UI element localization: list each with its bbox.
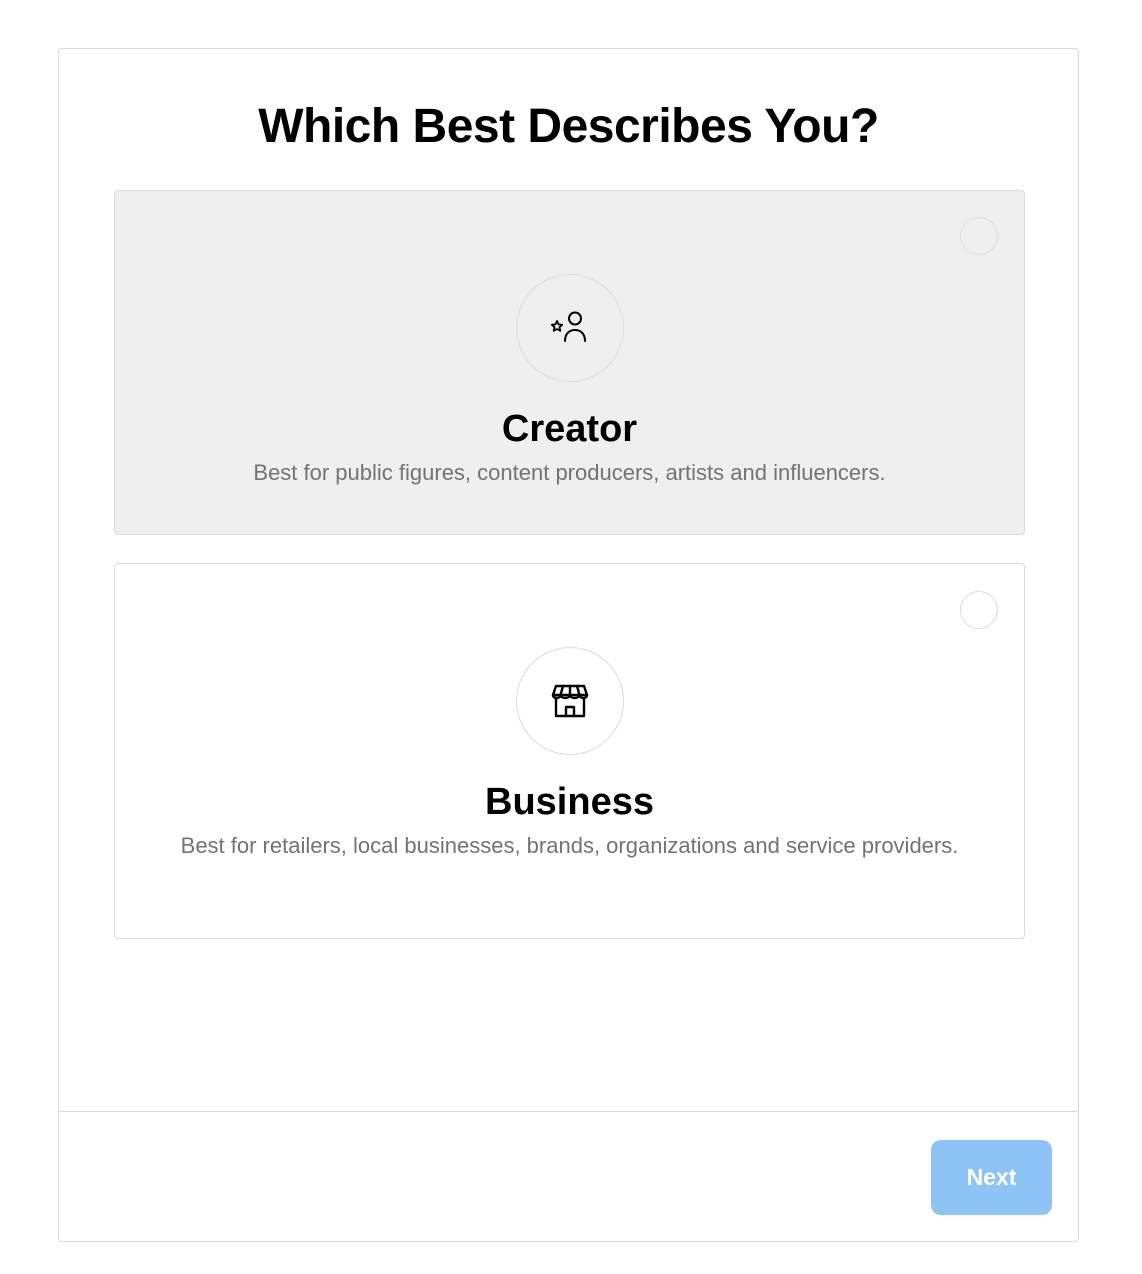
creator-person-star-icon bbox=[550, 311, 586, 342]
creator-radio[interactable] bbox=[960, 217, 998, 255]
creator-description: Best for public figures, content produce… bbox=[253, 460, 886, 485]
footer-divider bbox=[59, 1111, 1078, 1112]
creator-title: Creator bbox=[501, 408, 638, 450]
option-creator[interactable]: Creator Best for public figures, content… bbox=[114, 190, 1025, 535]
next-button[interactable]: Next bbox=[931, 1140, 1052, 1215]
account-type-dialog: Which Best Describes You? Creator Best f… bbox=[58, 48, 1079, 1242]
option-business[interactable]: Business Best for retailers, local busin… bbox=[114, 563, 1025, 939]
dialog-title: Which Best Describes You? bbox=[258, 100, 879, 153]
creator-icon-circle bbox=[515, 274, 624, 382]
business-description: Best for retailers, local businesses, br… bbox=[180, 833, 959, 858]
storefront-icon bbox=[551, 684, 588, 718]
business-radio[interactable] bbox=[960, 591, 998, 629]
business-icon-circle bbox=[515, 647, 624, 755]
business-title: Business bbox=[485, 781, 654, 823]
